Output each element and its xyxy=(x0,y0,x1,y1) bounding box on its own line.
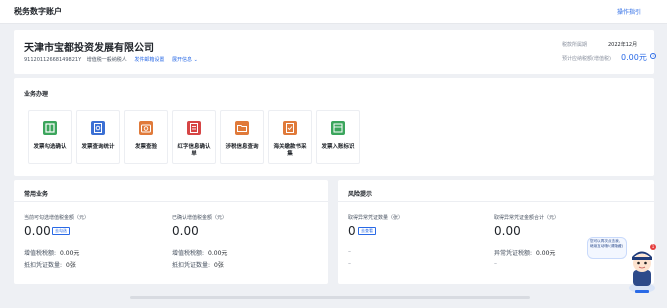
confirmed-vat-value: 0.00 xyxy=(172,224,199,238)
company-meta: 91120112668149821Y 增值税一般纳税人 发件邮箱设置 展开信息 … xyxy=(24,56,198,63)
assistant-bubble[interactable]: 您可以再次点击我，继续互动哦!(请隐藏) xyxy=(587,237,627,259)
abnormal-voucher-count-label: 取得异常凭证数量（张） xyxy=(348,215,404,221)
mailbox-settings-link[interactable]: 发件邮箱设置 xyxy=(134,57,164,63)
period-label: 税款所属期 xyxy=(562,42,588,48)
info-icon[interactable]: i xyxy=(650,53,656,59)
tile-customs-payment-collection[interactable]: 海关缴款书采集 xyxy=(268,110,312,164)
horizontal-scrollbar[interactable] xyxy=(130,296,530,299)
go-view-button[interactable]: 去查看 xyxy=(358,227,376,235)
company-name: 天津市宝都投资发展有限公司 xyxy=(24,43,154,54)
abnormal-voucher-amount-value: 0.00 xyxy=(494,224,521,238)
tile-invoice-query-stats[interactable]: 发票查询统计 xyxy=(76,110,120,164)
search-document-icon xyxy=(91,121,105,135)
tax-id: 91120112668149821Y xyxy=(24,57,82,63)
common-section-title: 常用业务 xyxy=(24,191,49,198)
tile-invoice-accounting-mark[interactable]: 发票入账标识 xyxy=(316,110,360,164)
camera-check-icon xyxy=(139,121,153,135)
customs-form-icon xyxy=(283,121,297,135)
dash-placeholder: – xyxy=(348,260,351,267)
top-bar: 税务数字账户 操作指引 xyxy=(0,0,667,24)
right-voucher-count: 抵扣凭证数量: 0张 xyxy=(172,262,224,269)
tile-tax-info-query[interactable]: 涉税信息查询 xyxy=(220,110,264,164)
notification-badge: 1 xyxy=(650,244,656,250)
abnormal-voucher-amount-label: 取得异常凭证金额合计（元） xyxy=(494,215,560,221)
tile-invoice-select-confirm[interactable]: 发票勾选确认 xyxy=(28,110,72,164)
period-value: 2022年12月 xyxy=(608,42,638,48)
abnormal-voucher-tax: 异常凭证税额: 0.00元 xyxy=(494,250,556,257)
risk-alert-card: 风险提示 取得异常凭证数量（张） 0 去查看 – – 取得异常凭证金额合计（元）… xyxy=(338,180,654,284)
assistant-mascot-icon[interactable] xyxy=(626,246,658,294)
left-voucher-count: 抵扣凭证数量: 0张 xyxy=(24,262,76,269)
risk-section-title: 风险提示 xyxy=(348,191,373,198)
folder-search-icon xyxy=(235,121,249,135)
tile-red-invoice-confirmation[interactable]: 红字信息确认单 xyxy=(172,110,216,164)
common-business-card: 常用业务 当前可勾选增值税金额（元） 0.00 去勾选 增值税税额: 0.00元 … xyxy=(14,180,328,284)
checklist-icon xyxy=(43,121,57,135)
estimated-tax-value: 0.00元 xyxy=(621,53,647,62)
tile-invoice-verification[interactable]: 发票查验 xyxy=(124,110,168,164)
divider xyxy=(338,201,654,202)
confirmed-vat-label: 已确认增值税金额（元） xyxy=(172,215,228,221)
company-info-card: 天津市宝都投资发展有限公司 91120112668149821Y 增值税一般纳税… xyxy=(14,30,656,74)
business-section-title: 业务办理 xyxy=(24,91,49,98)
abnormal-voucher-count-value: 0 xyxy=(348,224,356,238)
red-invoice-icon xyxy=(187,121,201,135)
expand-info-link[interactable]: 展开信息 ⌄ xyxy=(172,57,198,63)
go-select-button[interactable]: 去勾选 xyxy=(52,227,70,235)
left-vat-amount: 增值税税额: 0.00元 xyxy=(24,250,80,257)
selectable-vat-label: 当前可勾选增值税金额（元） xyxy=(24,215,90,221)
dash-placeholder: – xyxy=(494,260,497,267)
business-tiles: 发票勾选确认 发票查询统计 发票查验 红字信息确认单 涉税信息查询 海关缴款书采… xyxy=(28,110,360,164)
page-title: 税务数字账户 xyxy=(14,7,62,16)
chevron-down-icon: ⌄ xyxy=(193,57,198,63)
estimated-tax-label: 预计应纳税额(增值税) xyxy=(562,56,611,62)
operation-guide-link[interactable]: 操作指引 xyxy=(617,7,641,16)
divider xyxy=(14,201,328,202)
taxpayer-type: 增值税一般纳税人 xyxy=(86,57,127,63)
business-handling-card: 业务办理 发票勾选确认 发票查询统计 发票查验 红字信息确认单 涉税信息查询 海… xyxy=(14,78,654,176)
selectable-vat-value: 0.00 xyxy=(24,224,51,238)
right-vat-amount: 增值税税额: 0.00元 xyxy=(172,250,228,257)
ledger-icon xyxy=(331,121,345,135)
dash-placeholder: – xyxy=(348,248,351,255)
